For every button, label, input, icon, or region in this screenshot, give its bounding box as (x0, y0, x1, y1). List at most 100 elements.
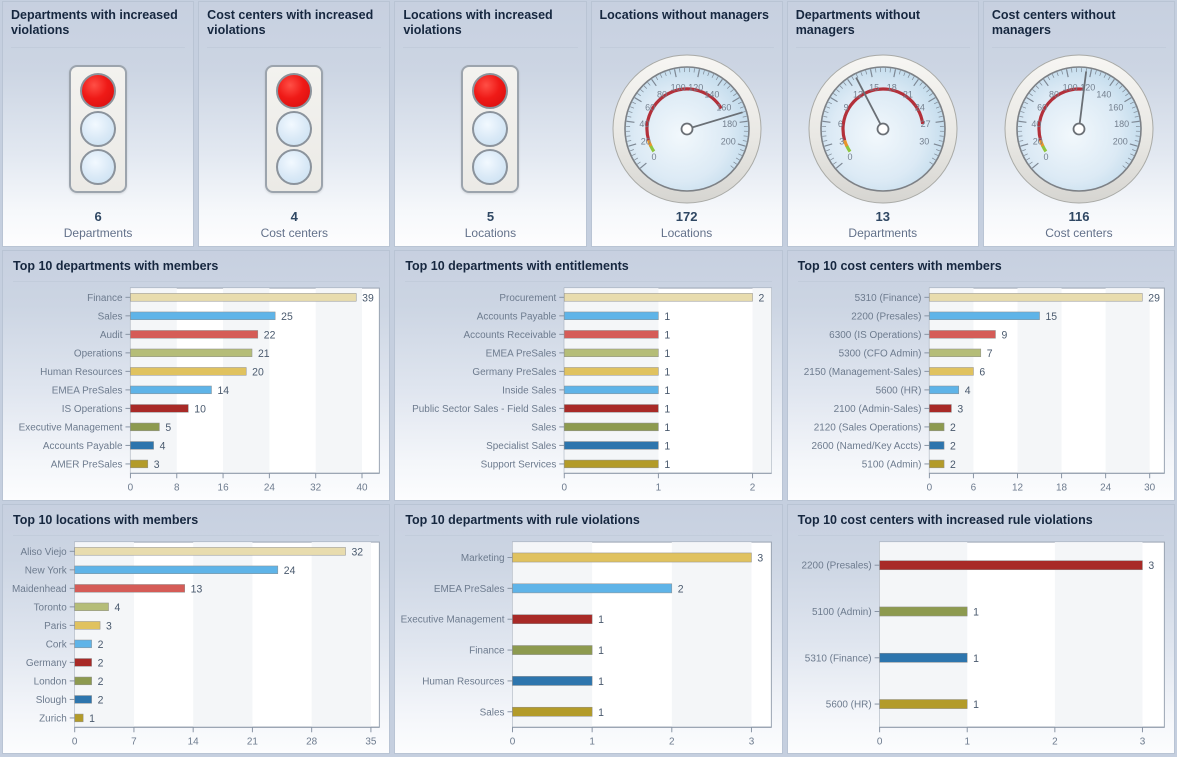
bar[interactable] (512, 706, 593, 717)
bar-category-label: 5300 (CFO Admin) (838, 348, 921, 359)
bar[interactable] (928, 422, 944, 432)
bar-category-label: Human Resources (423, 676, 505, 687)
chart-panel-5[interactable]: Top 10 departments with rule violations M… (394, 503, 783, 754)
bar[interactable] (928, 385, 959, 395)
bar[interactable] (74, 546, 346, 555)
bar-category-label: London (34, 676, 67, 687)
kpi-value: 116 (1068, 209, 1090, 224)
bar[interactable] (74, 639, 92, 648)
bar[interactable] (130, 459, 149, 469)
bar[interactable] (74, 620, 101, 630)
gauge-icon: 0 3 6 9 12 15 18 21 24 27 30 (805, 51, 961, 207)
bar[interactable] (130, 367, 247, 376)
chart-panel-6[interactable]: Top 10 cost centers with increased rule … (786, 503, 1175, 754)
bar[interactable] (928, 330, 996, 339)
bar[interactable] (512, 675, 593, 686)
bar-value-label: 1 (665, 403, 671, 415)
kpi-visual: 0 20 40 60 80 100 120 140 160 180 200 (984, 48, 1174, 209)
bar-category-label: Slough (36, 694, 67, 705)
bar[interactable] (74, 676, 92, 685)
bar[interactable] (928, 348, 981, 358)
bar[interactable] (512, 644, 593, 655)
bar[interactable] (564, 330, 659, 339)
kpi-value: 4 (290, 209, 298, 224)
bar-value-label: 1 (665, 422, 671, 434)
bar[interactable] (130, 330, 259, 339)
x-axis-tick-label: 0 (926, 482, 932, 493)
bar[interactable] (928, 441, 944, 450)
gauge-tick-label: 6 (838, 119, 843, 129)
bar[interactable] (564, 422, 659, 432)
bar-value-label: 14 (217, 385, 229, 397)
bar[interactable] (928, 311, 1040, 320)
bar[interactable] (879, 652, 968, 663)
bar[interactable] (74, 713, 84, 722)
bar-value-label: 2 (678, 583, 684, 595)
bar[interactable] (928, 367, 974, 376)
bar-chart-svg: 5310 (Finance) 292200 (Presales) 156300 (I… (803, 287, 1165, 493)
chart-panel-1[interactable]: Top 10 departments with members Finance 39… (2, 250, 391, 501)
x-axis-tick-label: 7 (131, 736, 137, 747)
chart-plot-area: Marketing 3 EMEA PreSales 2 Executive Manage… (395, 536, 781, 754)
bar[interactable] (130, 293, 357, 302)
bar[interactable] (74, 657, 92, 667)
bar[interactable] (130, 422, 160, 432)
bar[interactable] (564, 367, 659, 376)
bar-value-label: 1 (598, 706, 604, 718)
bar[interactable] (564, 385, 659, 395)
bar[interactable] (130, 311, 276, 320)
kpi-panel-6[interactable]: Cost centers without managers 0 20 40 60 80 10… (982, 1, 1176, 247)
bar[interactable] (928, 459, 944, 469)
bar[interactable] (564, 441, 659, 450)
bar-category-label: 2150 (Management-Sales) (803, 367, 921, 378)
bar[interactable] (74, 565, 279, 574)
kpi-panel-5[interactable]: Departments without managers 0 3 6 9 12 15 18 21… (786, 1, 979, 247)
bar[interactable] (130, 385, 212, 395)
bar[interactable] (564, 311, 659, 320)
gauge-tick-label: 27 (920, 119, 930, 129)
bar[interactable] (928, 404, 952, 413)
bar-category-label: Finance (87, 293, 123, 304)
chart-panel-2[interactable]: Top 10 departments with entitlements Proc… (394, 250, 783, 501)
kpi-panel-1[interactable]: Departments with increased violations 6 De… (2, 1, 195, 247)
bar[interactable] (928, 293, 1143, 302)
bar[interactable] (512, 583, 673, 593)
bar[interactable] (130, 404, 189, 413)
traffic-lamp-red (472, 72, 509, 109)
gauge-tick-label: 24 (915, 102, 925, 112)
bar[interactable] (74, 694, 92, 704)
bar[interactable] (879, 606, 968, 616)
bar-value-label: 9 (1001, 329, 1007, 341)
kpi-panel-2[interactable]: Cost centers with increased violations 4 C… (198, 1, 391, 247)
kpi-panel-3[interactable]: Locations with increased violations 5 Loca… (394, 1, 587, 247)
bar[interactable] (564, 293, 754, 302)
bar[interactable] (74, 602, 109, 611)
x-axis-tick-label: 30 (1144, 482, 1155, 493)
kpi-value: 13 (875, 209, 890, 224)
bar[interactable] (879, 559, 1143, 570)
bar[interactable] (879, 698, 968, 709)
bar-chart-svg: Marketing 3 EMEA PreSales 2 Executive Manage… (401, 541, 773, 747)
chart-row-bottom: Top 10 locations with members Aliso Viejo… (0, 503, 1177, 757)
bar[interactable] (130, 348, 253, 358)
kpi-panel-4[interactable]: Locations without managers 0 20 40 60 80 100 12… (590, 1, 783, 247)
gauge-svg: 03 69 12 15 18 2124 27 30 (808, 54, 958, 203)
bar[interactable] (512, 613, 593, 624)
bar[interactable] (130, 441, 154, 450)
bar[interactable] (74, 583, 185, 592)
chart-title: Top 10 cost centers with members (797, 259, 1002, 273)
kpi-visual (199, 48, 389, 209)
bar-value-label: 1 (89, 712, 95, 724)
traffic-lamp-red (80, 72, 117, 109)
bar[interactable] (512, 552, 753, 562)
x-axis-tick-label: 0 (72, 736, 78, 747)
chart-panel-4[interactable]: Top 10 locations with members Aliso Viejo… (2, 503, 391, 754)
kpi-title: Departments with increased violations (11, 8, 178, 37)
dashboard-root: Departments with increased violations 6 De… (0, 0, 1177, 757)
bar-value-label: 1 (665, 440, 671, 452)
bar[interactable] (564, 404, 659, 413)
chart-panel-3[interactable]: Top 10 cost centers with members 5310 (Fi… (786, 250, 1175, 501)
bar[interactable] (564, 348, 659, 358)
bar[interactable] (564, 459, 659, 469)
bar-category-label: EMEA PreSales (486, 348, 557, 359)
